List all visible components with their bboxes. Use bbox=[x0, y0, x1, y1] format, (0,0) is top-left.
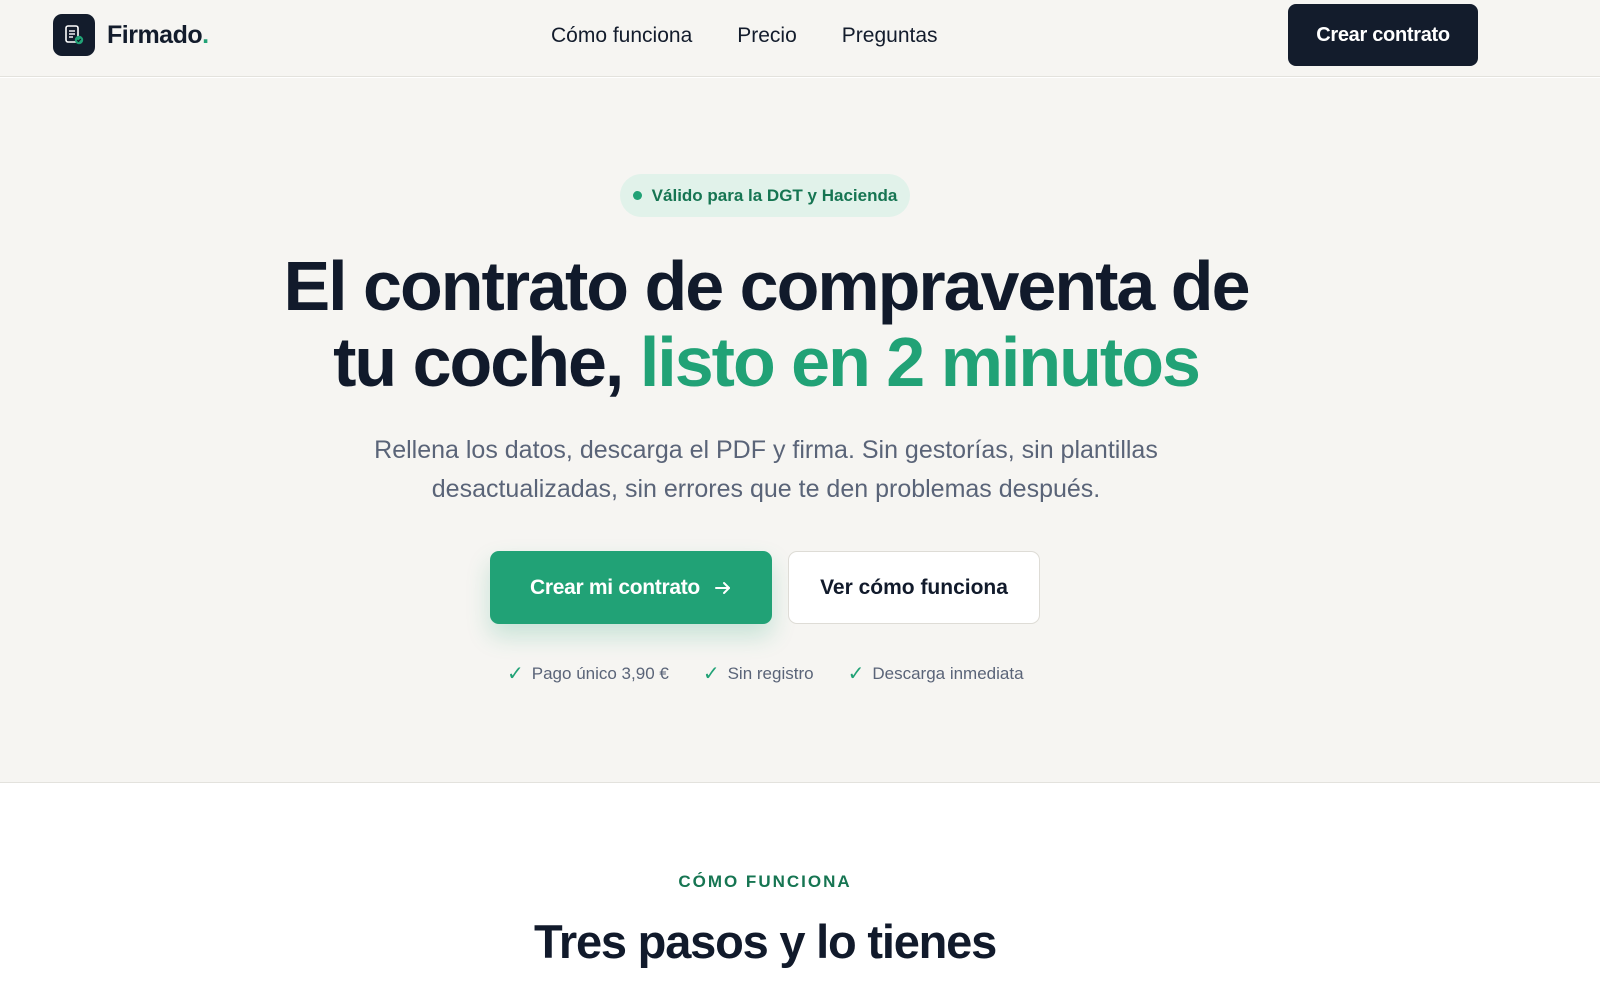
how-it-works-section: CÓMO FUNCIONA Tres pasos y lo tienes bbox=[0, 784, 1600, 1000]
validity-badge-text: Válido para la DGT y Hacienda bbox=[651, 185, 898, 205]
perk-label: Sin registro bbox=[727, 664, 814, 683]
nav-link-precio[interactable]: Precio bbox=[737, 22, 797, 50]
hero-subheading-line2: desactualizadas, sin errores que te den … bbox=[431, 475, 1101, 503]
hero-headline-line1: El contrato de compraventa de bbox=[283, 247, 1250, 325]
create-my-contract-button[interactable]: Crear mi contrato bbox=[490, 551, 772, 624]
perks-list: ✓ Pago único 3,90 € ✓ Sin registro ✓ Des… bbox=[507, 664, 1024, 684]
hero-headline: El contrato de compraventa de tu coche, … bbox=[0, 248, 1532, 400]
perk-item: ✓ Descarga inmediata bbox=[848, 664, 1024, 684]
hero-headline-line2: tu coche, bbox=[333, 323, 640, 401]
hero-subheading-line1: Rellena los datos, descarga el PDF y fir… bbox=[374, 436, 1158, 464]
brand-logo[interactable]: Firmado. bbox=[53, 14, 209, 56]
see-how-it-works-button[interactable]: Ver cómo funciona bbox=[788, 551, 1040, 624]
main-nav: Cómo funciona Precio Preguntas bbox=[551, 22, 938, 50]
perk-item: ✓ Pago único 3,90 € bbox=[507, 664, 669, 684]
section-title: Tres pasos y lo tienes bbox=[533, 915, 997, 968]
hero-subheading: Rellena los datos, descarga el PDF y fir… bbox=[370, 431, 1162, 509]
validity-badge: Válido para la DGT y Hacienda bbox=[620, 174, 910, 217]
hero-section: Válido para la DGT y Hacienda El contrat… bbox=[0, 78, 1600, 783]
section-eyebrow: CÓMO FUNCIONA bbox=[678, 872, 852, 891]
check-icon: ✓ bbox=[847, 663, 865, 685]
document-check-icon bbox=[53, 14, 95, 56]
status-dot-icon bbox=[632, 191, 642, 200]
nav-link-como-funciona[interactable]: Cómo funciona bbox=[551, 22, 692, 50]
hero-headline-accent: listo en 2 minutos bbox=[639, 323, 1201, 401]
perk-label: Descarga inmediata bbox=[872, 664, 1024, 683]
header-create-contract-button[interactable]: Crear contrato bbox=[1288, 4, 1478, 66]
nav-link-preguntas[interactable]: Preguntas bbox=[842, 22, 938, 50]
arrow-right-icon bbox=[714, 581, 730, 594]
check-icon: ✓ bbox=[702, 663, 720, 685]
site-header: Firmado. Cómo funciona Precio Preguntas … bbox=[0, 0, 1600, 77]
check-icon: ✓ bbox=[507, 663, 524, 685]
create-my-contract-label: Crear mi contrato bbox=[530, 575, 700, 599]
perk-item: ✓ Sin registro bbox=[703, 664, 814, 684]
brand-name: Firmado. bbox=[107, 20, 209, 49]
perk-label: Pago único 3,90 € bbox=[531, 664, 669, 683]
